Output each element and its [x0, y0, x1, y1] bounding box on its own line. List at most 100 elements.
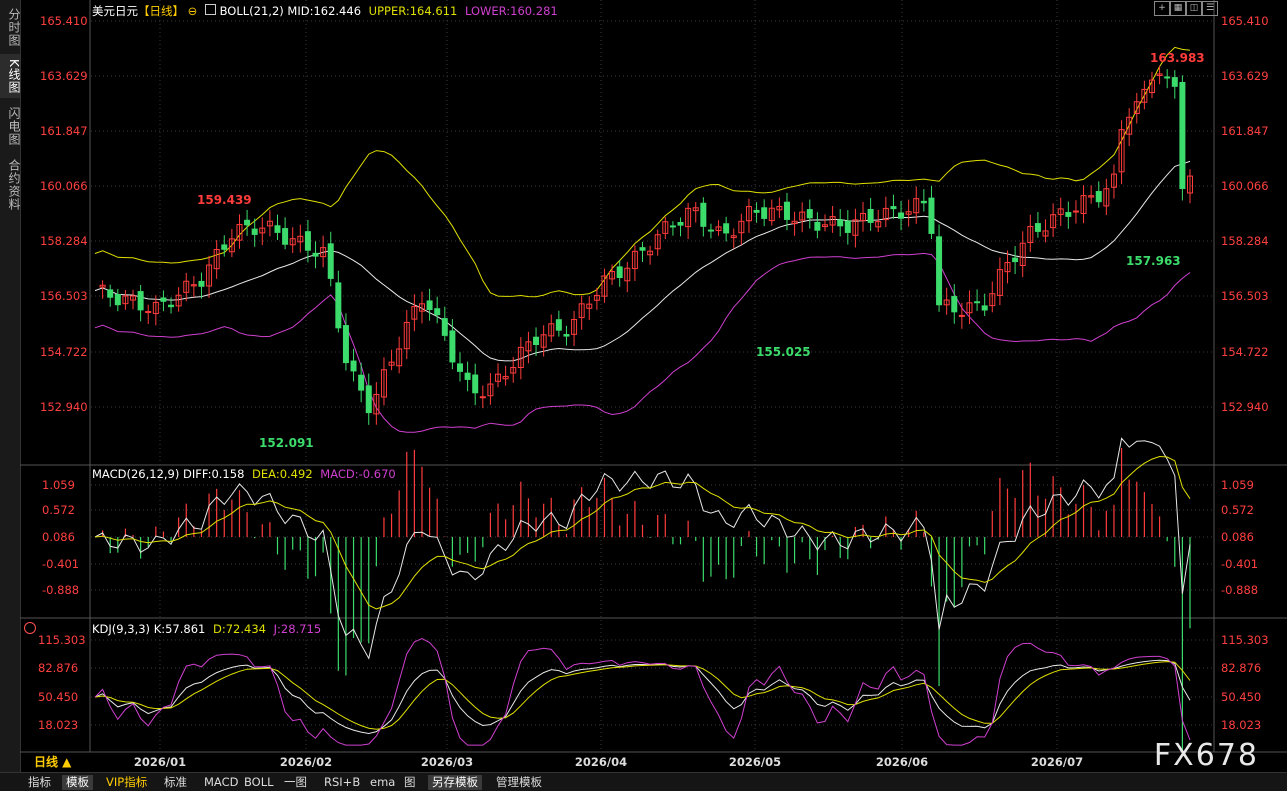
- price-annotation: 163.983: [1150, 51, 1205, 65]
- period-selector[interactable]: 日线 ▲: [20, 754, 100, 771]
- candle-body: [898, 212, 905, 219]
- kdj-k: K:57.861: [153, 622, 206, 636]
- candle-body: [114, 294, 121, 306]
- macd-axis-label-right: 0.572: [1221, 503, 1254, 517]
- candle-body: [616, 266, 623, 279]
- chart-canvas[interactable]: 165.410 165.410 163.629 163.629 161.847 161.8…: [0, 0, 1287, 790]
- symbol-name: 美元日元: [92, 4, 138, 18]
- kdj-d-line: [94, 661, 1191, 730]
- toolbar-one-chart[interactable]: 一图: [280, 775, 311, 790]
- toolbar-standard[interactable]: 标准: [160, 775, 191, 790]
- kdj-axis-label-right: 115.303: [1221, 633, 1269, 647]
- price-annotation: 152.091: [259, 436, 314, 450]
- macd-value: MACD:-0.670: [320, 467, 396, 481]
- toolbar-vip-indicator[interactable]: VIP指标: [102, 775, 151, 790]
- y-axis-label-left: 161.847: [40, 124, 88, 138]
- candle-body: [335, 282, 342, 329]
- kdj-axis-label-right: 18.023: [1221, 718, 1261, 732]
- candle-body: [867, 208, 874, 223]
- candle-body: [464, 372, 471, 380]
- macd-axis-label-right: -0.401: [1221, 557, 1258, 571]
- macd-axis-label-left: -0.888: [42, 583, 79, 597]
- candle-body: [358, 374, 365, 391]
- kdj-j-line: [94, 638, 1191, 746]
- candle-body: [1095, 191, 1102, 203]
- candle-body: [563, 334, 570, 337]
- candle-body: [844, 220, 851, 233]
- toolbar-chart[interactable]: 图: [400, 775, 420, 790]
- candle-body: [837, 219, 844, 227]
- toolbar-ema[interactable]: ema: [366, 775, 399, 790]
- menu-icon[interactable]: ☰: [1202, 1, 1218, 16]
- indicator-dot-icon[interactable]: ⊖: [188, 4, 198, 18]
- candle-body: [449, 330, 456, 363]
- candle-body: [806, 209, 813, 219]
- candle-body: [251, 228, 258, 235]
- toolbar-template[interactable]: 模板: [62, 775, 93, 790]
- boll-lower: LOWER:160.281: [464, 4, 558, 18]
- candle-body: [669, 225, 676, 228]
- y-axis-label-right: 160.066: [1221, 179, 1269, 193]
- price-annotation: 155.025: [756, 345, 811, 359]
- y-axis-label-right: 161.847: [1221, 124, 1269, 138]
- macd-diff: DIFF:0.158: [183, 467, 245, 481]
- candle-body: [244, 219, 251, 226]
- toolbar-rsi-b[interactable]: RSI+B: [320, 775, 364, 790]
- candle-body: [555, 319, 562, 331]
- y-axis-label-left: 165.410: [40, 14, 88, 28]
- toolbar-macd[interactable]: MACD: [200, 775, 242, 790]
- x-axis-label: 2026/07: [1031, 755, 1083, 769]
- kdj-axis-label-left: 115.303: [38, 633, 86, 647]
- candlesticks: [99, 65, 1193, 425]
- boll-mid: MID:162.446: [287, 4, 362, 18]
- candle-body: [936, 236, 943, 306]
- toolbar-save-template[interactable]: 另存模板: [428, 775, 482, 790]
- candle-body: [434, 308, 441, 316]
- kdj-axis-label-left: 82.876: [38, 661, 78, 675]
- tile-icon[interactable]: ◫: [1186, 1, 1202, 16]
- price-annotation: 157.963: [1126, 254, 1181, 268]
- macd-axis-label-right: -0.888: [1221, 583, 1258, 597]
- candle-body: [168, 304, 175, 308]
- bottom-toolbar: 指标 模板 VIP指标 标准 MACD BOLL 一图 RSI+B ema 图 …: [0, 772, 1287, 791]
- candle-body: [1164, 76, 1171, 79]
- toolbar-indicator[interactable]: 指标: [24, 775, 55, 790]
- kdj-axis-label-left: 18.023: [38, 718, 78, 732]
- kdj-chart: [94, 638, 1191, 746]
- y-axis-label-right: 154.722: [1221, 345, 1269, 359]
- macd-title: MACD(26,12,9): [92, 467, 180, 481]
- kdj-settings-icon[interactable]: [24, 622, 36, 634]
- candle-body: [1171, 77, 1178, 87]
- macd-axis-label-left: 0.572: [42, 503, 75, 517]
- candle-body: [920, 200, 927, 204]
- boll-upper: UPPER:164.611: [368, 4, 458, 18]
- x-axis-label: 2026/03: [421, 755, 473, 769]
- candle-body: [1072, 210, 1079, 213]
- toolbar-manage-template[interactable]: 管理模板: [492, 775, 546, 790]
- candle-body: [342, 325, 349, 364]
- candle-body: [327, 243, 334, 279]
- kdj-d: D:72.434: [213, 622, 266, 636]
- y-axis-label-right: 165.410: [1221, 14, 1269, 28]
- candle-body: [350, 360, 357, 372]
- toolbar-boll[interactable]: BOLL: [240, 775, 278, 790]
- layout-icon[interactable]: ▦: [1170, 1, 1186, 16]
- macd-axis-label-right: 0.086: [1221, 530, 1254, 544]
- main-header: 美元日元【日线】 ⊖ BOLL(21,2) MID:162.446 UPPER:…: [92, 3, 558, 19]
- candle-body: [145, 311, 152, 314]
- candle-body: [533, 336, 540, 346]
- boll-lower-line: [94, 252, 1191, 433]
- candle-body: [761, 207, 768, 219]
- expand-icon[interactable]: +: [1154, 1, 1170, 16]
- y-axis-label-left: 152.940: [40, 400, 88, 414]
- kdj-axis-label-left: 50.450: [38, 690, 78, 704]
- candle-body: [441, 318, 448, 336]
- macd-axis-label-left: -0.401: [42, 557, 79, 571]
- price-annotation: 159.439: [197, 193, 252, 207]
- y-axis-label-left: 163.629: [40, 69, 88, 83]
- y-axis-label-right: 158.284: [1221, 234, 1269, 248]
- candle-body: [981, 305, 988, 311]
- x-axis-label: 2026/06: [876, 755, 928, 769]
- candle-body: [928, 197, 935, 234]
- macd-header: MACD(26,12,9) DIFF:0.158 DEA:0.492 MACD:…: [92, 467, 396, 481]
